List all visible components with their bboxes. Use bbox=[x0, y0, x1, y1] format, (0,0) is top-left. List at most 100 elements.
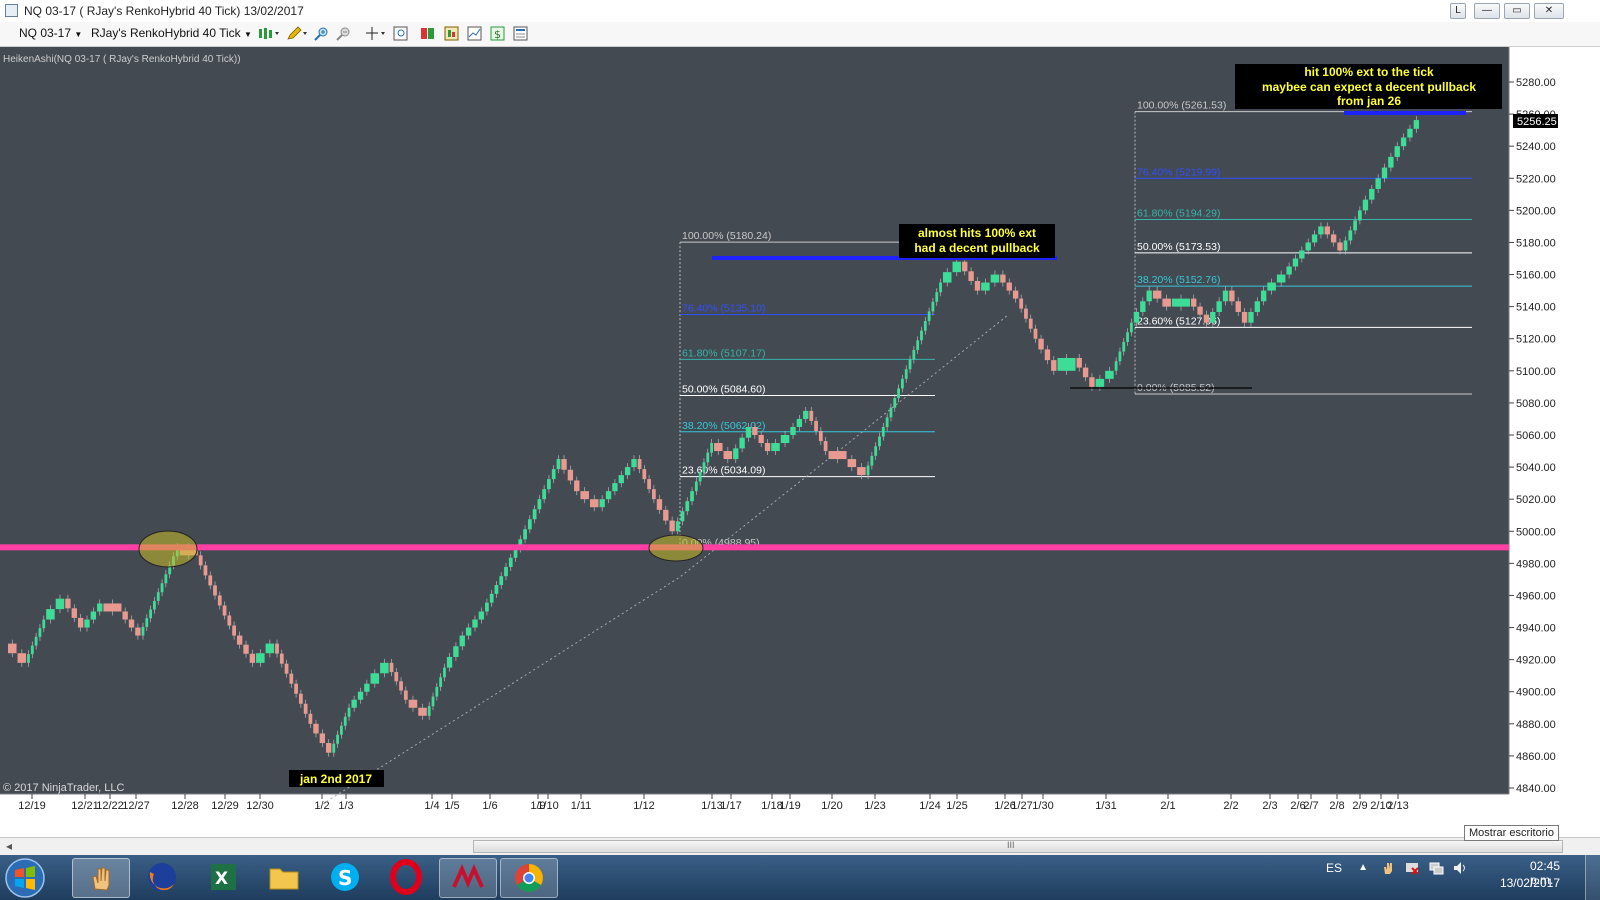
skype-icon: S bbox=[331, 863, 359, 891]
zoom-in-icon[interactable] bbox=[314, 26, 329, 41]
down-bar bbox=[974, 280, 981, 291]
up-bar bbox=[680, 511, 685, 522]
annotation-left-line-2: had a decent pullback bbox=[914, 241, 1040, 255]
up-bar bbox=[1381, 167, 1388, 179]
pencil-icon[interactable] bbox=[286, 26, 308, 41]
taskbar-firefox[interactable] bbox=[134, 858, 190, 896]
up-bar bbox=[27, 654, 30, 663]
fib-right-level-label: 100.00% (5261.53) bbox=[1137, 100, 1226, 112]
up-bar bbox=[141, 626, 145, 636]
up-bar bbox=[1260, 290, 1267, 302]
x-tick-label: 1/2 bbox=[314, 800, 329, 812]
y-tick-label: 4980.00 bbox=[1516, 558, 1556, 570]
up-bar bbox=[478, 611, 485, 620]
down-bar bbox=[275, 643, 279, 654]
y-tick-label: 5040.00 bbox=[1516, 462, 1556, 474]
chart-area[interactable]: 4840.00 4860.00 4880.00 4900.00 4920.00 4940.… bbox=[0, 47, 1600, 837]
start-button[interactable] bbox=[4, 857, 46, 899]
up-bar bbox=[745, 426, 752, 438]
price-chart[interactable]: 4840.00 4860.00 4880.00 4900.00 4920.00 4940.… bbox=[0, 47, 1600, 837]
up-bar bbox=[256, 653, 265, 663]
down-bar bbox=[1051, 360, 1057, 371]
up-bar bbox=[1129, 322, 1133, 333]
down-bar bbox=[752, 426, 758, 435]
dollar-icon[interactable]: $ bbox=[490, 26, 505, 41]
down-bar bbox=[723, 451, 733, 460]
volume-icon[interactable] bbox=[1452, 860, 1468, 876]
bar-style-icon[interactable] bbox=[258, 26, 280, 41]
down-bar bbox=[758, 435, 764, 444]
scroll-left-arrow-icon[interactable]: ◂ bbox=[6, 839, 12, 853]
down-bar bbox=[1203, 314, 1210, 323]
up-bar bbox=[30, 645, 34, 655]
y-tick-label: 5020.00 bbox=[1516, 494, 1556, 506]
svg-text:$: $ bbox=[494, 28, 501, 41]
taskbar-chrome[interactable] bbox=[500, 858, 558, 898]
x-tick-label: 2/2 bbox=[1223, 800, 1238, 812]
up-bar bbox=[1118, 351, 1122, 362]
up-bar bbox=[885, 417, 889, 427]
down-bar bbox=[1012, 290, 1019, 299]
chart-trader-icon[interactable] bbox=[467, 26, 482, 41]
tray-hand-icon[interactable] bbox=[1380, 860, 1396, 876]
down-bar bbox=[1033, 328, 1038, 339]
period-selector[interactable]: RJay's RenkoHybrid 40 Tick ▼ bbox=[91, 26, 252, 40]
x-tick-label: 1/20 bbox=[821, 800, 842, 812]
up-bar bbox=[357, 691, 364, 700]
down-bar bbox=[1337, 242, 1343, 251]
taskbar-ninjatrader[interactable] bbox=[439, 858, 497, 898]
x-tick-label: 1/25 bbox=[946, 800, 967, 812]
down-bar bbox=[809, 410, 814, 421]
fib-right-level-label: 61.80% (5194.29) bbox=[1137, 208, 1220, 220]
down-bar bbox=[103, 603, 122, 612]
y-tick-label: 4880.00 bbox=[1516, 719, 1556, 731]
order-entry-icon[interactable] bbox=[420, 26, 435, 41]
zoom-out-icon[interactable] bbox=[336, 26, 351, 41]
tray-expand-icon[interactable]: ▲ bbox=[1358, 862, 1368, 873]
up-bar bbox=[803, 410, 809, 419]
x-tick-label: 1/30 bbox=[1032, 800, 1053, 812]
maximize-button[interactable]: ▭ bbox=[1504, 3, 1530, 19]
show-desktop-button[interactable] bbox=[1585, 855, 1600, 900]
down-bar bbox=[1152, 290, 1162, 299]
taskbar-excel[interactable]: X bbox=[195, 858, 251, 896]
taskbar-hand-app[interactable] bbox=[72, 858, 130, 898]
y-tick-label: 5180.00 bbox=[1516, 237, 1556, 249]
x-tick-label: 1/27 bbox=[1011, 800, 1032, 812]
strategy-icon[interactable] bbox=[444, 26, 459, 41]
close-button[interactable]: ✕ bbox=[1534, 3, 1564, 19]
last-price-label: 5256.25 bbox=[1517, 116, 1557, 128]
y-tick-label: 5160.00 bbox=[1516, 270, 1556, 282]
taskbar-opera[interactable] bbox=[378, 858, 434, 896]
data-box-icon[interactable] bbox=[513, 26, 528, 41]
up-bar bbox=[380, 662, 389, 674]
up-bar bbox=[931, 301, 935, 312]
scroll-thumb[interactable]: III bbox=[473, 840, 1563, 853]
up-bar bbox=[351, 699, 357, 708]
minimize-button[interactable]: — bbox=[1474, 3, 1500, 19]
restore-small-button[interactable]: L bbox=[1450, 3, 1466, 19]
horizontal-scrollbar[interactable]: ◂ III Mostrar escritorio bbox=[0, 825, 1600, 856]
up-bar bbox=[1126, 332, 1129, 342]
y-tick-label: 4940.00 bbox=[1516, 623, 1556, 635]
down-bar bbox=[203, 565, 208, 576]
fib-right-level-label: 50.00% (5173.53) bbox=[1137, 241, 1220, 253]
instrument-selector[interactable]: NQ 03-17 ▼ bbox=[19, 26, 82, 40]
language-indicator[interactable]: ES bbox=[1326, 861, 1342, 875]
y-tick-label: 5080.00 bbox=[1516, 398, 1556, 410]
chevron-down-icon: ▼ bbox=[74, 30, 83, 39]
up-bar bbox=[1267, 282, 1276, 291]
y-tick-label: 5000.00 bbox=[1516, 526, 1556, 538]
taskbar-explorer[interactable] bbox=[256, 858, 312, 896]
down-bar bbox=[243, 644, 249, 654]
network-icon[interactable] bbox=[1428, 860, 1444, 876]
down-bar bbox=[962, 261, 968, 272]
crosshair-icon[interactable] bbox=[365, 26, 387, 41]
taskbar-skype[interactable]: S bbox=[317, 858, 373, 896]
down-bar bbox=[642, 469, 647, 480]
action-center-icon[interactable] bbox=[1404, 860, 1420, 876]
x-tick-label: 12/29 bbox=[211, 800, 239, 812]
up-bar bbox=[1375, 178, 1381, 189]
properties-icon[interactable] bbox=[393, 26, 408, 41]
clock-date[interactable]: 13/02/2017 bbox=[1500, 876, 1560, 890]
